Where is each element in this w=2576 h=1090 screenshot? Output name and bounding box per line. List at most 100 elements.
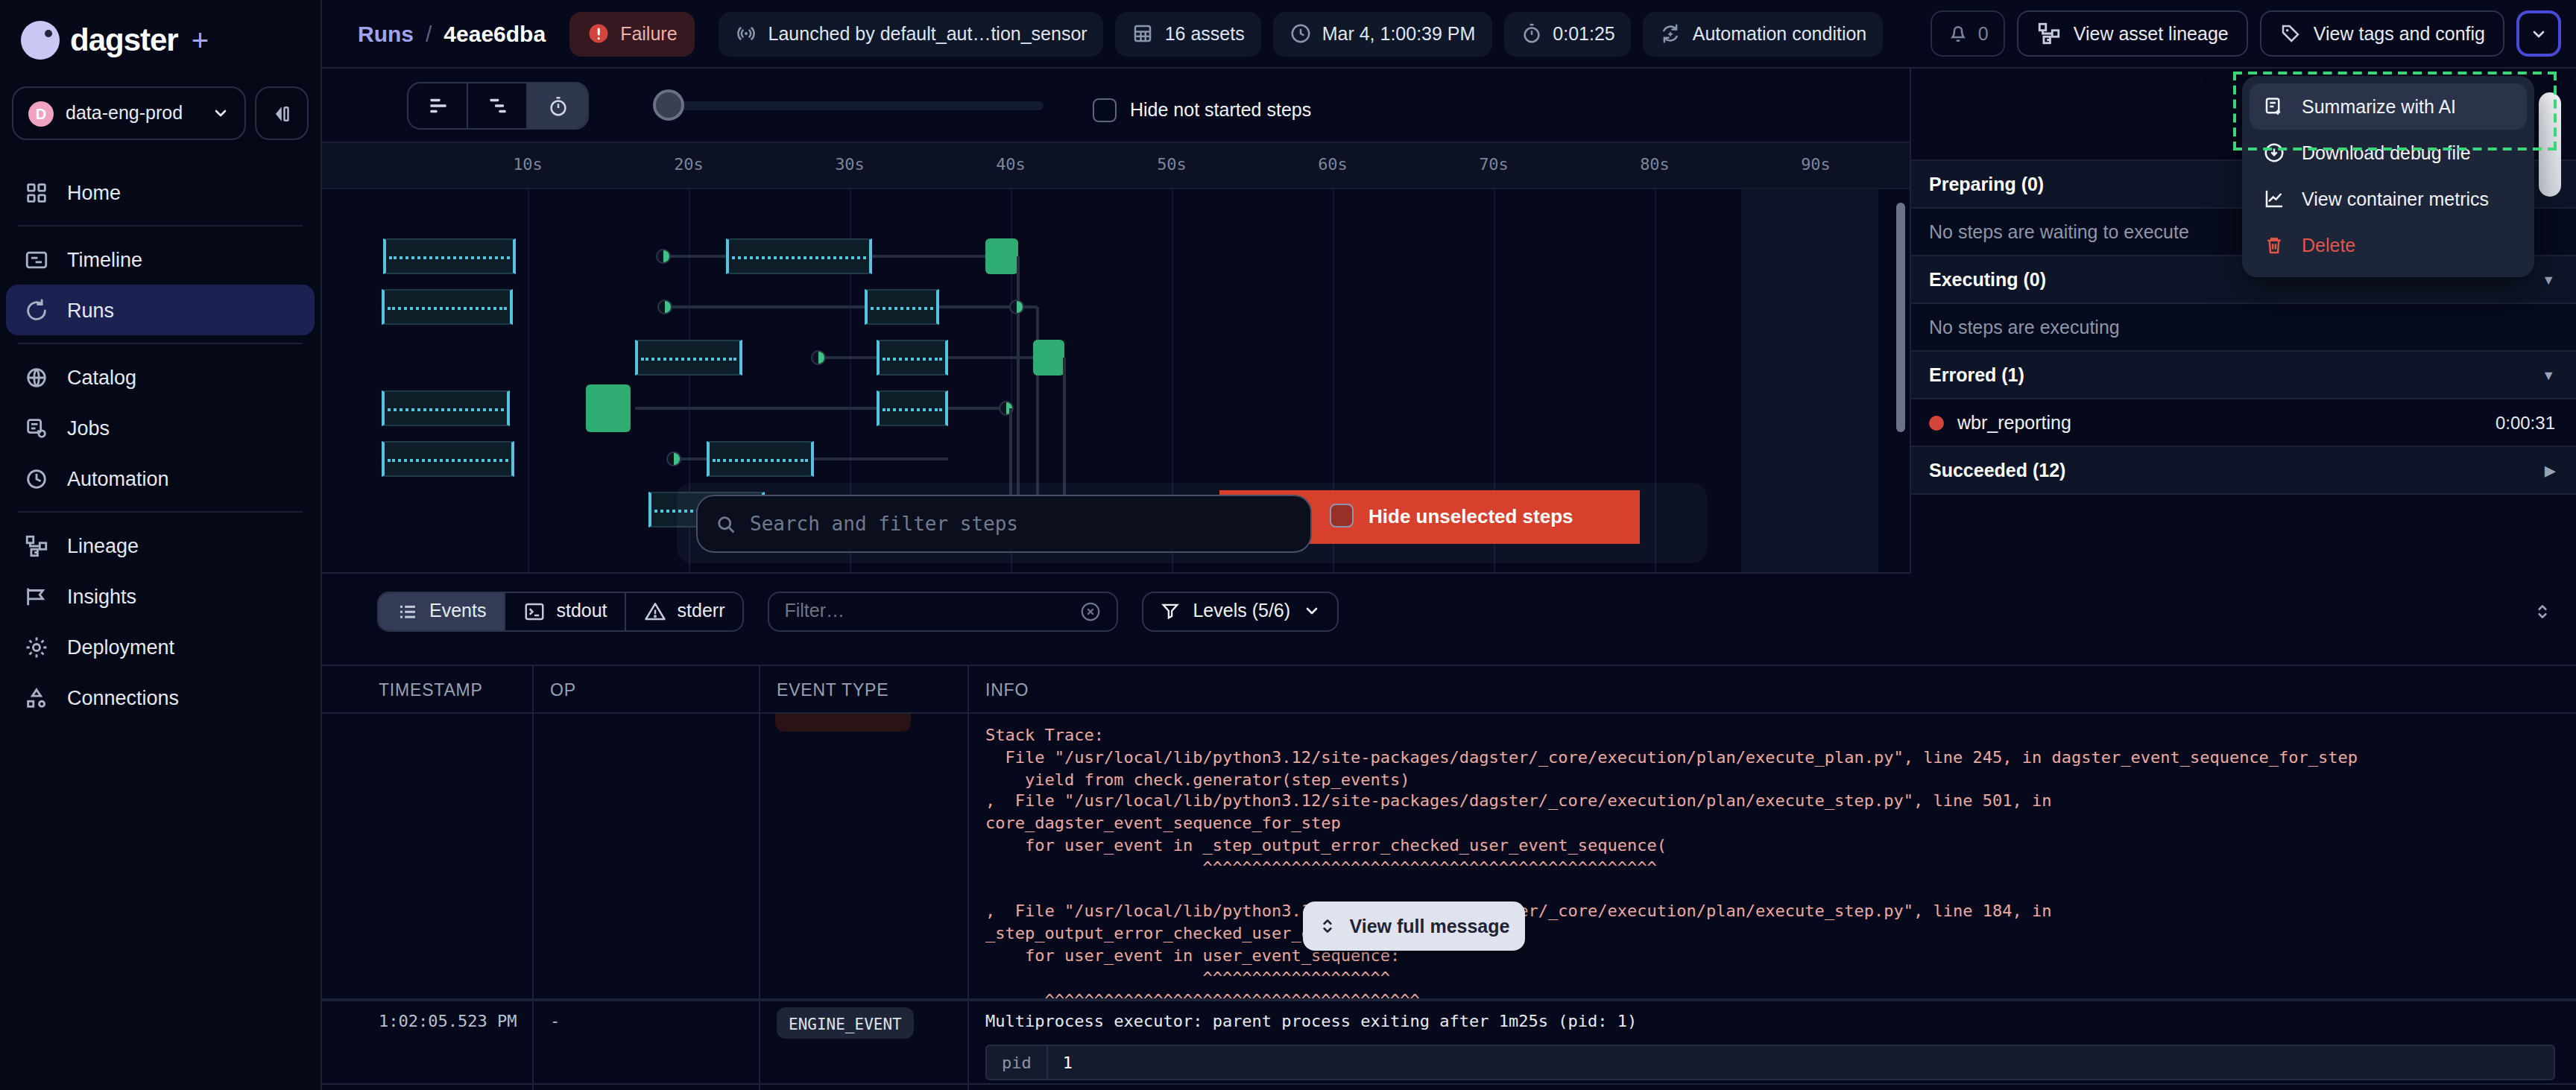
annotation-highlight-green [2233, 72, 2557, 150]
gantt-flat-view-button[interactable] [408, 83, 468, 128]
metrics-icon [2263, 188, 2287, 210]
tab-events[interactable]: Events [379, 592, 505, 630]
events-filter-input[interactable]: Filter… [768, 591, 1118, 631]
sidebar-item-timeline[interactable]: Timeline [6, 234, 315, 285]
sidebar-item-label: Runs [67, 299, 114, 321]
gantt-step-pending[interactable] [382, 390, 510, 426]
tab-stderr[interactable]: stderr [627, 592, 743, 630]
sidebar-item-label: Catalog [67, 366, 136, 388]
list-icon [397, 600, 419, 622]
workspace-avatar: D [28, 101, 54, 126]
event-row[interactable]: 1:02:05.523 PM-ENGINE_EVENTMultiprocess … [322, 1000, 2576, 1083]
view-asset-lineage-button[interactable]: View asset lineage [2017, 10, 2248, 57]
gantt-timed-view-button[interactable] [528, 83, 587, 128]
gantt-step-succeeded[interactable] [1033, 340, 1064, 376]
sidebar-item-deployment[interactable]: Deployment [6, 621, 315, 672]
collapse-icon [271, 102, 293, 124]
slider-handle[interactable] [653, 89, 684, 120]
sidebar-item-label: Deployment [67, 636, 174, 658]
checkbox[interactable] [1093, 98, 1117, 121]
event-op: - [550, 1012, 560, 1031]
workspace-picker[interactable]: D data-eng-prod [12, 86, 246, 140]
gantt-step-pending[interactable] [383, 238, 516, 274]
funnel-icon [1160, 601, 1181, 621]
deployment-icon [24, 634, 49, 659]
panel-section-succeeded[interactable]: Succeeded (12)▶ [1911, 446, 2576, 493]
panel-section-errored[interactable]: Errored (1)▼ [1911, 350, 2576, 398]
sidebar-item-runs[interactable]: Runs [6, 285, 315, 335]
gantt-step-pending[interactable] [877, 390, 948, 426]
run-tag-pill[interactable]: 16 assets [1116, 11, 1261, 56]
dagster-logo-icon [21, 21, 60, 60]
sidebar-item-home[interactable]: Home [6, 167, 315, 218]
gantt-step-succeeded[interactable] [586, 384, 631, 432]
run-tag-pill[interactable]: 0:01:25 [1503, 11, 1631, 56]
menu-item-view-container-metrics[interactable]: View container metrics [2250, 176, 2527, 222]
sidebar-item-automation[interactable]: Automation [6, 453, 315, 504]
gantt-step-pending[interactable] [382, 289, 513, 325]
chevron-down-icon [2530, 25, 2548, 42]
axis-tick: 70s [1479, 155, 1509, 174]
gantt-step-pending[interactable] [635, 340, 742, 376]
event-row[interactable]: 1:02:05.596 PM-RUN_FAILUREExecution run … [322, 1083, 2576, 1090]
alerts-count: 0 [1978, 23, 1989, 44]
gantt-step-succeeded[interactable] [985, 238, 1018, 274]
panel-empty-message: No steps are executing [1911, 302, 2576, 350]
pill-label: 0:01:25 [1553, 23, 1614, 44]
step-search-input[interactable]: Search and filter steps [696, 495, 1312, 553]
view-tags-and-config-button[interactable]: View tags and config [2260, 10, 2504, 57]
sidebar-item-catalog[interactable]: Catalog [6, 352, 315, 402]
alerts-bell[interactable]: 0 [1931, 10, 2005, 57]
menu-item-delete[interactable]: Delete [2250, 222, 2527, 268]
run-actions-dropdown-button[interactable] [2516, 10, 2561, 57]
section-label: Errored (1) [1929, 364, 2024, 385]
bell-icon [1947, 22, 1969, 45]
step-duration: 0:00:31 [2496, 412, 2555, 433]
expand-panel-button[interactable] [2533, 601, 2552, 621]
tab-stdout[interactable]: stdout [505, 592, 626, 630]
gantt-chart[interactable]: Search and filter steps Hide unselected … [322, 189, 1910, 574]
run-tag-pill[interactable]: Mar 4, 1:00:39 PM [1273, 11, 1492, 56]
sidebar-item-label: Automation [67, 467, 169, 489]
breadcrumb-runs-link[interactable]: Runs [358, 21, 414, 46]
empty-label: No steps are waiting to execute [1929, 221, 2189, 242]
updown-icon [1319, 916, 1338, 936]
run-tag-pill[interactable]: Launched by default_aut…tion_sensor [719, 11, 1104, 56]
gantt-scrollbar[interactable] [1896, 203, 1905, 432]
gantt-step-pending[interactable] [382, 441, 514, 477]
meta-key: pid [987, 1046, 1048, 1079]
sidebar-item-insights[interactable]: Insights [6, 571, 315, 621]
workspace-name: data-eng-prod [66, 103, 200, 124]
lineage-icon [24, 533, 49, 558]
gantt-step-pending[interactable] [726, 238, 872, 274]
gantt-connector-dot [1009, 300, 1024, 314]
hide-unselected-checkbox[interactable]: Hide unselected steps [1330, 504, 1573, 527]
column-header-timestamp: TIMESTAMP [379, 680, 483, 698]
gantt-zoom-slider[interactable] [656, 101, 1044, 110]
collapse-sidebar-button[interactable] [255, 86, 309, 140]
search-icon [716, 513, 736, 534]
run-tag-pill[interactable]: Automation condition [1644, 11, 1884, 56]
sidebar: dagster + D data-eng-prod HomeTimelineRu… [0, 0, 322, 1090]
tab-label: stderr [678, 601, 725, 621]
sidebar-item-jobs[interactable]: Jobs [6, 402, 315, 453]
automation-condition-icon [1660, 22, 1682, 45]
sidebar-item-lineage[interactable]: Lineage [6, 520, 315, 571]
gantt-step-pending[interactable] [707, 441, 814, 477]
chevron-down-icon [1302, 602, 1320, 620]
panel-step-wbr_reporting[interactable]: wbr_reporting0:00:31 [1911, 398, 2576, 446]
section-label: Succeeded (12) [1929, 460, 2065, 481]
gantt-step-pending[interactable] [865, 289, 939, 325]
search-placeholder: Search and filter steps [750, 513, 1018, 535]
stopwatch-icon [1520, 22, 1542, 45]
levels-dropdown[interactable]: Levels (5/6) [1142, 591, 1338, 631]
hide-not-started-checkbox[interactable]: Hide not started steps [1093, 98, 1311, 121]
gantt-waterfall-view-button[interactable] [468, 83, 528, 128]
checkbox[interactable] [1330, 504, 1354, 527]
gantt-step-pending[interactable] [877, 340, 948, 376]
event-info: Multiprocess executor: parent process ex… [985, 1012, 1637, 1031]
sidebar-item-connections[interactable]: Connections [6, 672, 315, 723]
view-full-message-button[interactable]: View full message [1303, 902, 1525, 951]
clear-filter-icon[interactable] [1079, 600, 1102, 622]
pill-label: Automation condition [1693, 23, 1867, 44]
